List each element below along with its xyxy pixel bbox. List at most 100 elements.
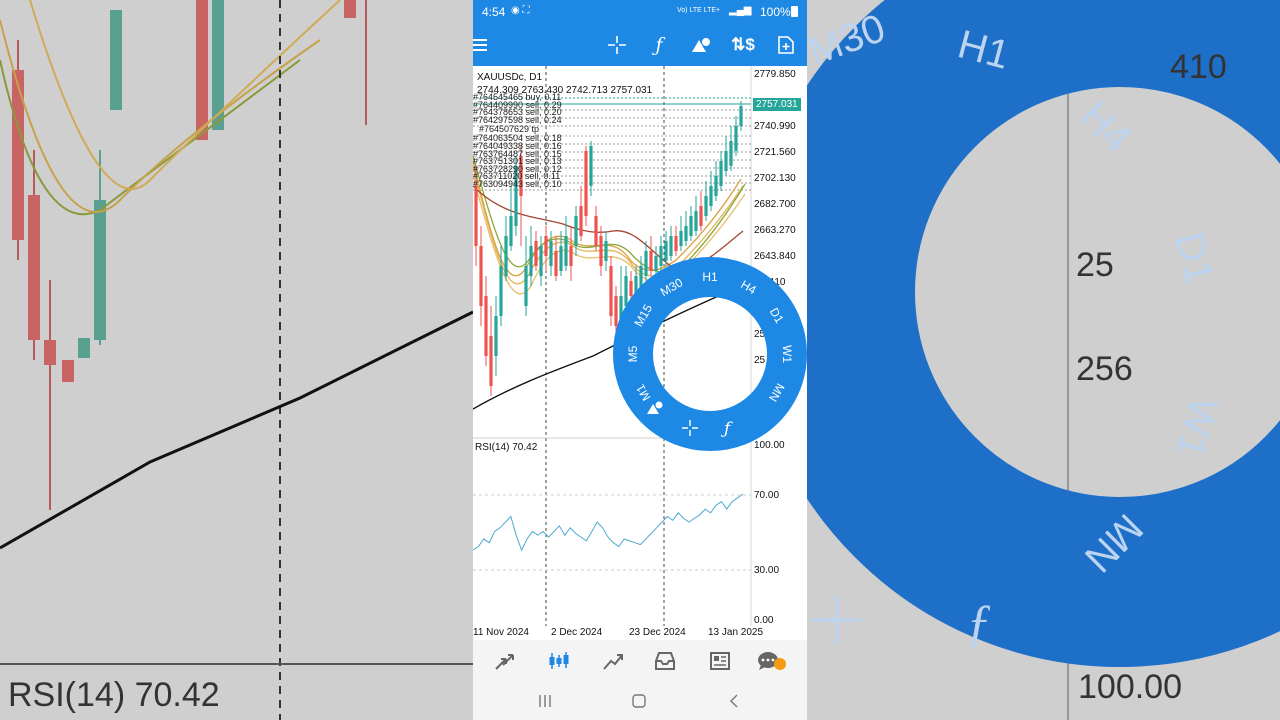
dollar-exchange-icon: ⇅$: [731, 35, 755, 54]
timeframe-w1[interactable]: W1: [780, 345, 794, 363]
nav-quotes[interactable]: [490, 648, 520, 674]
candle-body: [679, 231, 683, 246]
candle-body: [509, 216, 513, 246]
nav-messages[interactable]: [753, 648, 786, 674]
date-tick: 23 Dec 2024: [629, 627, 686, 638]
candle-body: [669, 236, 673, 256]
candle-body: [504, 236, 508, 276]
nav-history[interactable]: [650, 648, 680, 674]
chart-toolbar: ƒ ⇅$: [473, 24, 807, 66]
current-price-tag: 2757.031: [753, 98, 801, 111]
date-tick: 13 Jan 2025: [708, 627, 764, 638]
rsi-line: [473, 493, 744, 552]
candle-body: [499, 266, 503, 316]
timeframe-ring[interactable]: M1M5M15M30 H1H4D1W1MN ƒ: [612, 256, 808, 452]
rsi-tick: 70.00: [754, 490, 780, 501]
timeframe-m5[interactable]: M5: [626, 345, 640, 362]
home-icon: [632, 694, 646, 708]
candle-body: [719, 161, 723, 186]
price-tick: 2721.560: [754, 147, 796, 158]
order-line: #764297598 sell, 0.24: [473, 114, 562, 125]
background-price-label: 256: [1076, 350, 1133, 388]
nav-chart[interactable]: [544, 648, 574, 674]
price-tick: 2702.130: [754, 173, 796, 184]
candle-body: [724, 151, 728, 171]
function-icon: ƒ: [655, 34, 663, 56]
status-time: 4:54: [482, 5, 506, 19]
crosshair-icon: [608, 36, 626, 54]
battery-text: 100%: [760, 5, 791, 19]
candle-body: [709, 186, 713, 206]
background-price-label: 410: [1170, 48, 1227, 86]
candlestick-icon: [549, 652, 569, 669]
candle-body: [699, 206, 703, 226]
candle-body: [569, 246, 573, 266]
candle-body: [474, 186, 478, 246]
recents-button[interactable]: [537, 694, 553, 708]
notification-icons: ◉ ⛶: [511, 5, 530, 16]
network-indicator: Vo) LTE LTE+: [677, 7, 721, 14]
nav-trade[interactable]: [598, 648, 628, 674]
candle-body: [734, 126, 738, 151]
battery-icon: [791, 6, 798, 17]
candle-body: [684, 226, 688, 241]
candle-body: [574, 216, 578, 246]
indicators-button[interactable]: ƒ: [644, 30, 674, 60]
candle-body: [739, 106, 743, 126]
candle-body: [714, 176, 718, 196]
candle-body: [549, 241, 553, 266]
background-price-label: 100.00: [1078, 668, 1182, 706]
new-document-icon: [778, 36, 794, 54]
crosshair-button[interactable]: [602, 30, 632, 60]
system-navigation: [473, 682, 807, 720]
rsi-tick: 30.00: [754, 565, 780, 576]
background-rsi-label: RSI(14) 70.42: [8, 676, 220, 714]
candle-body: [564, 236, 568, 266]
trend-icon: [603, 654, 623, 670]
price-tick: 2779.850: [754, 69, 796, 80]
bottom-navigation: [473, 640, 807, 682]
candle-body: [534, 241, 538, 266]
symbol-label: XAUUSDc, D1: [477, 72, 543, 83]
shapes-icon: [692, 38, 710, 52]
price-tick: 2740.990: [754, 121, 796, 132]
menu-icon: [473, 39, 487, 51]
objects-button[interactable]: [686, 30, 716, 60]
inbox-icon: [655, 652, 675, 670]
recents-icon: [539, 695, 551, 707]
candle-body: [554, 251, 558, 276]
date-tick: 11 Nov 2024: [473, 627, 529, 638]
messages-badge: [774, 658, 786, 670]
nav-news[interactable]: [705, 648, 735, 674]
candle-body: [559, 246, 563, 271]
background-price-label: 25: [1076, 246, 1114, 284]
back-icon: [730, 694, 738, 708]
candle-body: [479, 246, 483, 306]
price-tick: 2682.700: [754, 199, 796, 210]
back-button[interactable]: [727, 694, 743, 708]
candle-body: [579, 206, 583, 236]
price-tick: 2663.270: [754, 225, 796, 236]
candle-body: [489, 336, 493, 386]
candle-body: [599, 236, 603, 266]
status-bar: 4:54 ◉ ⛶ Vo) LTE LTE+ ▂▄▆ 100%: [473, 0, 807, 24]
menu-button[interactable]: [473, 30, 495, 60]
candle-body: [594, 216, 598, 246]
candle-body: [694, 211, 698, 231]
timeframe-h1[interactable]: H1: [702, 270, 718, 284]
candle-body: [604, 241, 608, 261]
candle-body: [704, 196, 708, 216]
candle-body: [524, 266, 528, 306]
signal-icon: ▂▄▆: [729, 5, 752, 16]
svg-text:ƒ: ƒ: [966, 595, 992, 652]
candle-body: [674, 236, 678, 251]
timeframe-selector[interactable]: M1 M5 M15 M30 H1 H4 D1 W1 MN ƒ: [612, 256, 808, 452]
rsi-tick: 0.00: [754, 615, 774, 626]
candle-body: [484, 296, 488, 356]
new-order-button[interactable]: [771, 30, 801, 60]
rsi-label: RSI(14) 70.42: [475, 442, 538, 453]
trade-button[interactable]: ⇅$: [728, 30, 758, 60]
candle-body: [689, 216, 693, 236]
order-line: #763094943 sell, 0.10: [473, 178, 562, 189]
home-button[interactable]: [631, 694, 647, 708]
